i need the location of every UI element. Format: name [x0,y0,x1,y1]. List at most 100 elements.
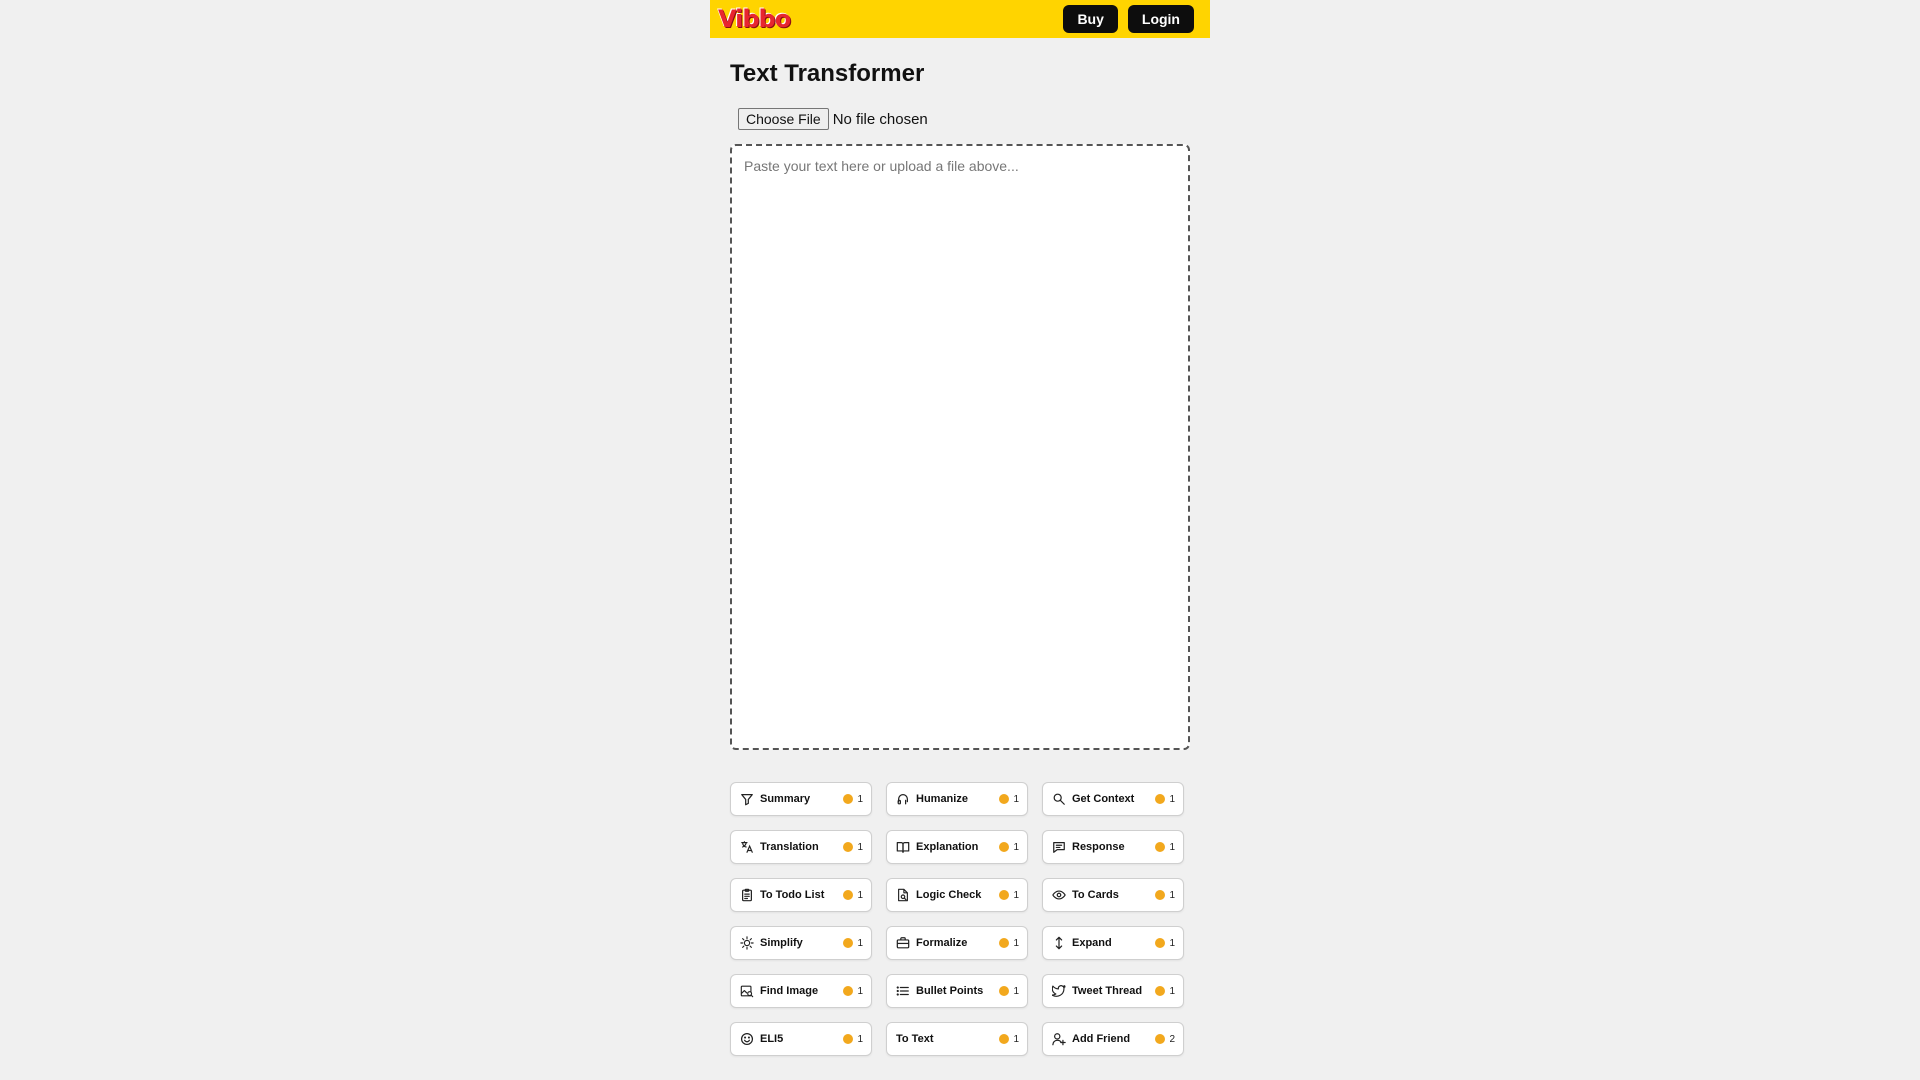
tool-button-get-context[interactable]: Get Context 1 [1042,782,1184,816]
tool-label: Formalize [916,937,968,949]
credit-cost: 1 [843,890,863,901]
vibbo-logo[interactable]: Vibbo [718,7,791,31]
credit-cost-value: 2 [1169,1033,1175,1045]
tool-label: Tweet Thread [1072,985,1143,997]
tool-button-tweet-thread[interactable]: Tweet Thread 1 [1042,974,1184,1008]
sun-icon [740,936,754,950]
tool-label: To Cards [1072,889,1119,901]
tool-button-add-friend[interactable]: Add Friend 2 [1042,1022,1184,1056]
tool-label: Explanation [916,841,979,853]
credit-cost-value: 1 [1013,1033,1019,1045]
tool-button-response[interactable]: Response 1 [1042,830,1184,864]
coin-icon [843,938,854,948]
tool-label: Add Friend [1072,1033,1131,1045]
credit-cost-value: 1 [857,793,863,805]
credit-cost: 1 [843,986,863,997]
credit-cost: 1 [843,1034,863,1045]
credit-cost: 2 [1155,1034,1175,1045]
file-status-text: No file chosen [832,110,928,128]
tool-label: Response [1072,841,1125,853]
tool-button-explanation[interactable]: Explanation 1 [886,830,1028,864]
tool-button-logic-check[interactable]: Logic Check 1 [886,878,1028,912]
tool-button-formalize[interactable]: Formalize 1 [886,926,1028,960]
main-content: Text Transformer Choose File No file cho… [710,58,1210,1056]
app-container: Vibbo Buy Login Text Transformer Choose … [710,0,1210,1080]
credit-cost-value: 1 [1169,793,1175,805]
coin-icon [843,986,854,996]
clipboard-icon [740,888,754,902]
credit-cost: 1 [1155,890,1175,901]
briefcase-icon [896,936,910,950]
tool-button-to-todo-list[interactable]: To Todo List 1 [730,878,872,912]
tool-label: To Todo List [760,889,825,901]
file-upload-row: Choose File No file chosen [738,108,1190,130]
login-button[interactable]: Login [1127,5,1194,33]
tool-button-to-text[interactable]: To Text 1 [886,1022,1028,1056]
credit-cost: 1 [1155,986,1175,997]
credit-cost: 1 [999,986,1019,997]
credit-cost: 1 [999,890,1019,901]
tool-button-bullet-points[interactable]: Bullet Points 1 [886,974,1028,1008]
choose-file-button[interactable]: Choose File [738,108,829,130]
text-input-area [730,144,1190,750]
coin-icon [843,1034,854,1044]
tool-label: Simplify [760,937,803,949]
tool-label: Translation [760,841,819,853]
coin-icon [999,890,1010,900]
credit-cost: 1 [999,938,1019,949]
tool-grid: Summary 1 Humanize 1 Get Context 1 Translation… [730,782,1184,1056]
smile-icon [740,1032,754,1046]
eye-icon [1052,888,1066,902]
coin-icon [999,1034,1010,1044]
user-plus-icon [1052,1032,1066,1046]
tool-button-translation[interactable]: Translation 1 [730,830,872,864]
top-actions: Buy Login [1063,5,1194,33]
headphones-icon [896,792,910,806]
credit-cost: 1 [1155,938,1175,949]
top-bar: Vibbo Buy Login [710,0,1210,38]
credit-cost: 1 [1155,842,1175,853]
tool-label: Humanize [916,793,968,805]
tool-label: Bullet Points [916,985,984,997]
credit-cost: 1 [999,794,1019,805]
credit-cost-value: 1 [857,937,863,949]
tool-button-eli5[interactable]: ELI5 1 [730,1022,872,1056]
text-input[interactable] [732,146,1188,748]
credit-cost: 1 [999,842,1019,853]
credit-cost-value: 1 [1013,985,1019,997]
tool-button-find-image[interactable]: Find Image 1 [730,974,872,1008]
credit-cost-value: 1 [1013,793,1019,805]
tool-button-humanize[interactable]: Humanize 1 [886,782,1028,816]
coin-icon [1155,1034,1166,1044]
coin-icon [843,794,854,804]
coin-icon [843,842,854,852]
tool-label: Summary [760,793,811,805]
tool-button-expand[interactable]: Expand 1 [1042,926,1184,960]
tool-button-to-cards[interactable]: To Cards 1 [1042,878,1184,912]
tool-label: Find Image [760,985,819,997]
page-title: Text Transformer [730,60,925,87]
credit-cost: 1 [843,794,863,805]
coin-icon [1155,794,1166,804]
message-icon [1052,840,1066,854]
buy-button[interactable]: Buy [1063,5,1118,33]
translate-icon [740,840,754,854]
coin-icon [999,794,1010,804]
credit-cost-value: 1 [1169,889,1175,901]
credit-cost: 1 [999,1034,1019,1045]
credit-cost: 1 [843,842,863,853]
coin-icon [1155,842,1166,852]
tool-button-simplify[interactable]: Simplify 1 [730,926,872,960]
credit-cost-value: 1 [1013,889,1019,901]
credit-cost: 1 [1155,794,1175,805]
credit-cost-value: 1 [1169,841,1175,853]
credit-cost-value: 1 [857,889,863,901]
twitter-icon [1052,984,1066,998]
document-search-icon [896,888,910,902]
tool-label: Expand [1072,937,1112,949]
credit-cost-value: 1 [1169,937,1175,949]
credit-cost-value: 1 [857,1033,863,1045]
credit-cost-value: 1 [1013,937,1019,949]
tool-button-summary[interactable]: Summary 1 [730,782,872,816]
coin-icon [1155,986,1166,996]
